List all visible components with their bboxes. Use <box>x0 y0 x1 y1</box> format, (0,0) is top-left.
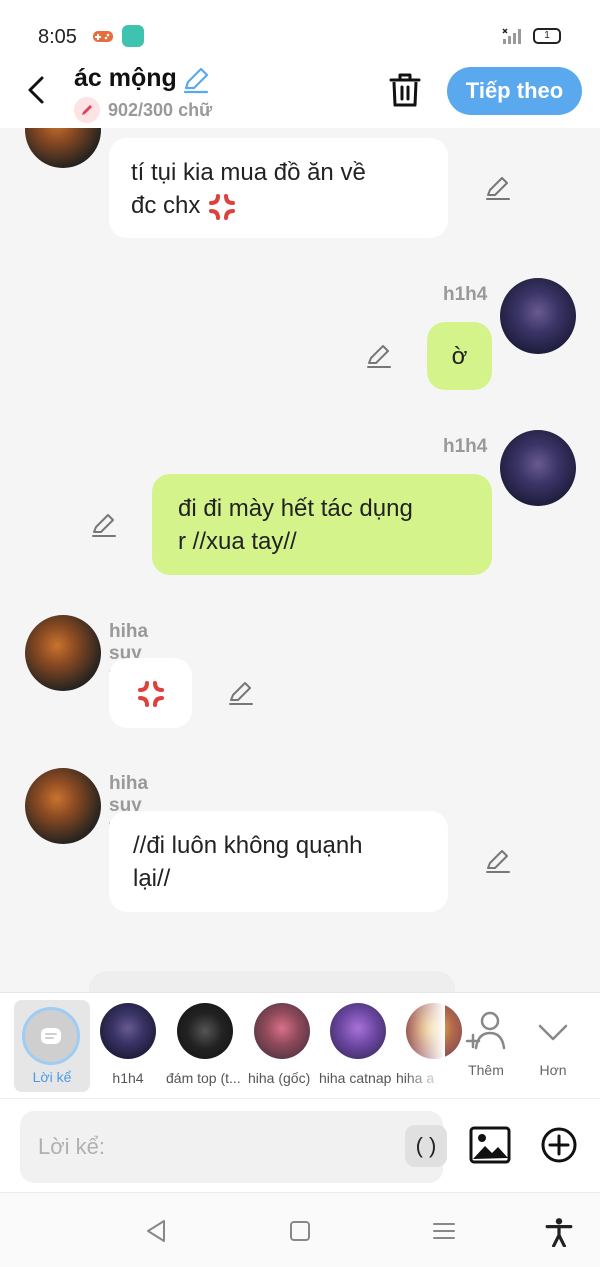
message-bubble[interactable] <box>89 971 455 992</box>
message-bubble[interactable] <box>109 658 192 728</box>
accessibility-icon[interactable] <box>544 1217 574 1247</box>
edit-pencil-icon[interactable] <box>484 174 512 202</box>
cast-label: hiha (gốc) <box>248 1070 311 1086</box>
narrator-icon <box>41 1028 61 1044</box>
avatar <box>254 1003 310 1059</box>
chat-area[interactable]: tí tụi kia mua đồ ăn về đc chx h1h4 ờ h1… <box>0 128 600 992</box>
message-line: tí tụi kia mua đồ ăn về <box>131 159 366 186</box>
sender-name: h1h4 <box>443 284 488 305</box>
message-line: đi đi mày hết tác dụng <box>178 495 413 522</box>
avatar[interactable] <box>500 278 576 354</box>
message-bubble[interactable]: ờ <box>427 322 492 390</box>
avatar[interactable] <box>25 615 101 691</box>
cast-label: hiha catnap <box>319 1070 392 1086</box>
add-character-button[interactable]: Thêm <box>458 1000 514 1092</box>
anger-emoji-icon <box>137 680 164 707</box>
narration-input-container: ( ) <box>20 1111 447 1183</box>
system-nav-bar <box>0 1192 600 1267</box>
chat-story-editor: 8:05 1 ác mộng 902/300 chữ Tiếp theo tí … <box>0 0 600 1267</box>
chevron-down-icon <box>538 1024 568 1041</box>
anger-emoji-icon <box>209 193 236 220</box>
sender-name: h1h4 <box>443 436 488 457</box>
input-bar: ( ) <box>0 1098 600 1192</box>
avatar <box>177 1003 233 1059</box>
narrator-avatar <box>22 1007 80 1065</box>
status-bar: 8:05 1 <box>0 0 600 60</box>
edit-title-pencil-icon[interactable] <box>182 66 210 94</box>
game-controller-icon <box>93 31 113 42</box>
nav-menu-icon[interactable] <box>430 1217 458 1245</box>
signal-icon <box>502 28 521 44</box>
message-bubble[interactable]: đi đi mày hết tác dụng r //xua tay// <box>152 474 492 575</box>
character-bar: Lời kể h1h4 đám top (t... hiha (gốc) hih… <box>0 992 600 1099</box>
cast-label: đám top (t... <box>166 1070 241 1086</box>
back-arrow-icon[interactable] <box>18 70 58 110</box>
message-bubble[interactable]: tí tụi kia mua đồ ăn về đc chx <box>109 138 448 238</box>
parentheses-button[interactable]: ( ) <box>405 1125 447 1167</box>
message-line: lại// <box>133 865 171 892</box>
edit-pencil-icon[interactable] <box>365 342 393 370</box>
image-icon[interactable] <box>468 1125 512 1165</box>
status-time: 8:05 <box>38 26 77 48</box>
edit-pencil-icon[interactable] <box>484 847 512 875</box>
expand-label: Hơn <box>539 1062 567 1078</box>
nav-home-icon[interactable] <box>286 1217 314 1245</box>
expand-button[interactable]: Hơn <box>525 1000 581 1092</box>
message-line: //đi luôn không quạnh <box>133 832 363 859</box>
battery-icon: 1 <box>533 28 561 44</box>
next-button[interactable]: Tiếp theo <box>447 67 582 115</box>
avatar <box>100 1003 156 1059</box>
avatar[interactable] <box>25 768 101 844</box>
add-character-label: Thêm <box>468 1062 504 1078</box>
header: ác mộng 902/300 chữ Tiếp theo <box>0 60 600 128</box>
add-person-icon <box>465 1011 506 1050</box>
cast-label: Lời kể <box>32 1069 72 1085</box>
chat-app-icon <box>122 25 144 47</box>
avatar[interactable] <box>25 128 101 168</box>
cast-label: h1h4 <box>112 1070 144 1086</box>
message-bubble[interactable]: //đi luôn không quạnh lại// <box>109 811 448 912</box>
word-count: 902/300 chữ <box>108 100 213 120</box>
nav-back-icon[interactable] <box>142 1217 170 1245</box>
scroll-fade <box>405 993 445 1099</box>
trash-icon[interactable] <box>386 70 424 110</box>
edit-pencil-icon[interactable] <box>90 511 118 539</box>
message-line: r //xua tay// <box>178 528 297 555</box>
message-text: ờ <box>451 343 468 370</box>
page-title[interactable]: ác mộng <box>74 64 177 93</box>
cast-item-narrator[interactable]: Lời kể <box>14 1000 90 1092</box>
message-line: đc chx <box>131 192 201 219</box>
pencil-icon <box>74 97 100 123</box>
avatar <box>330 1003 386 1059</box>
avatar[interactable] <box>500 430 576 506</box>
add-circle-icon[interactable] <box>540 1126 578 1164</box>
narration-input[interactable] <box>38 1129 378 1165</box>
edit-pencil-icon[interactable] <box>227 679 255 707</box>
